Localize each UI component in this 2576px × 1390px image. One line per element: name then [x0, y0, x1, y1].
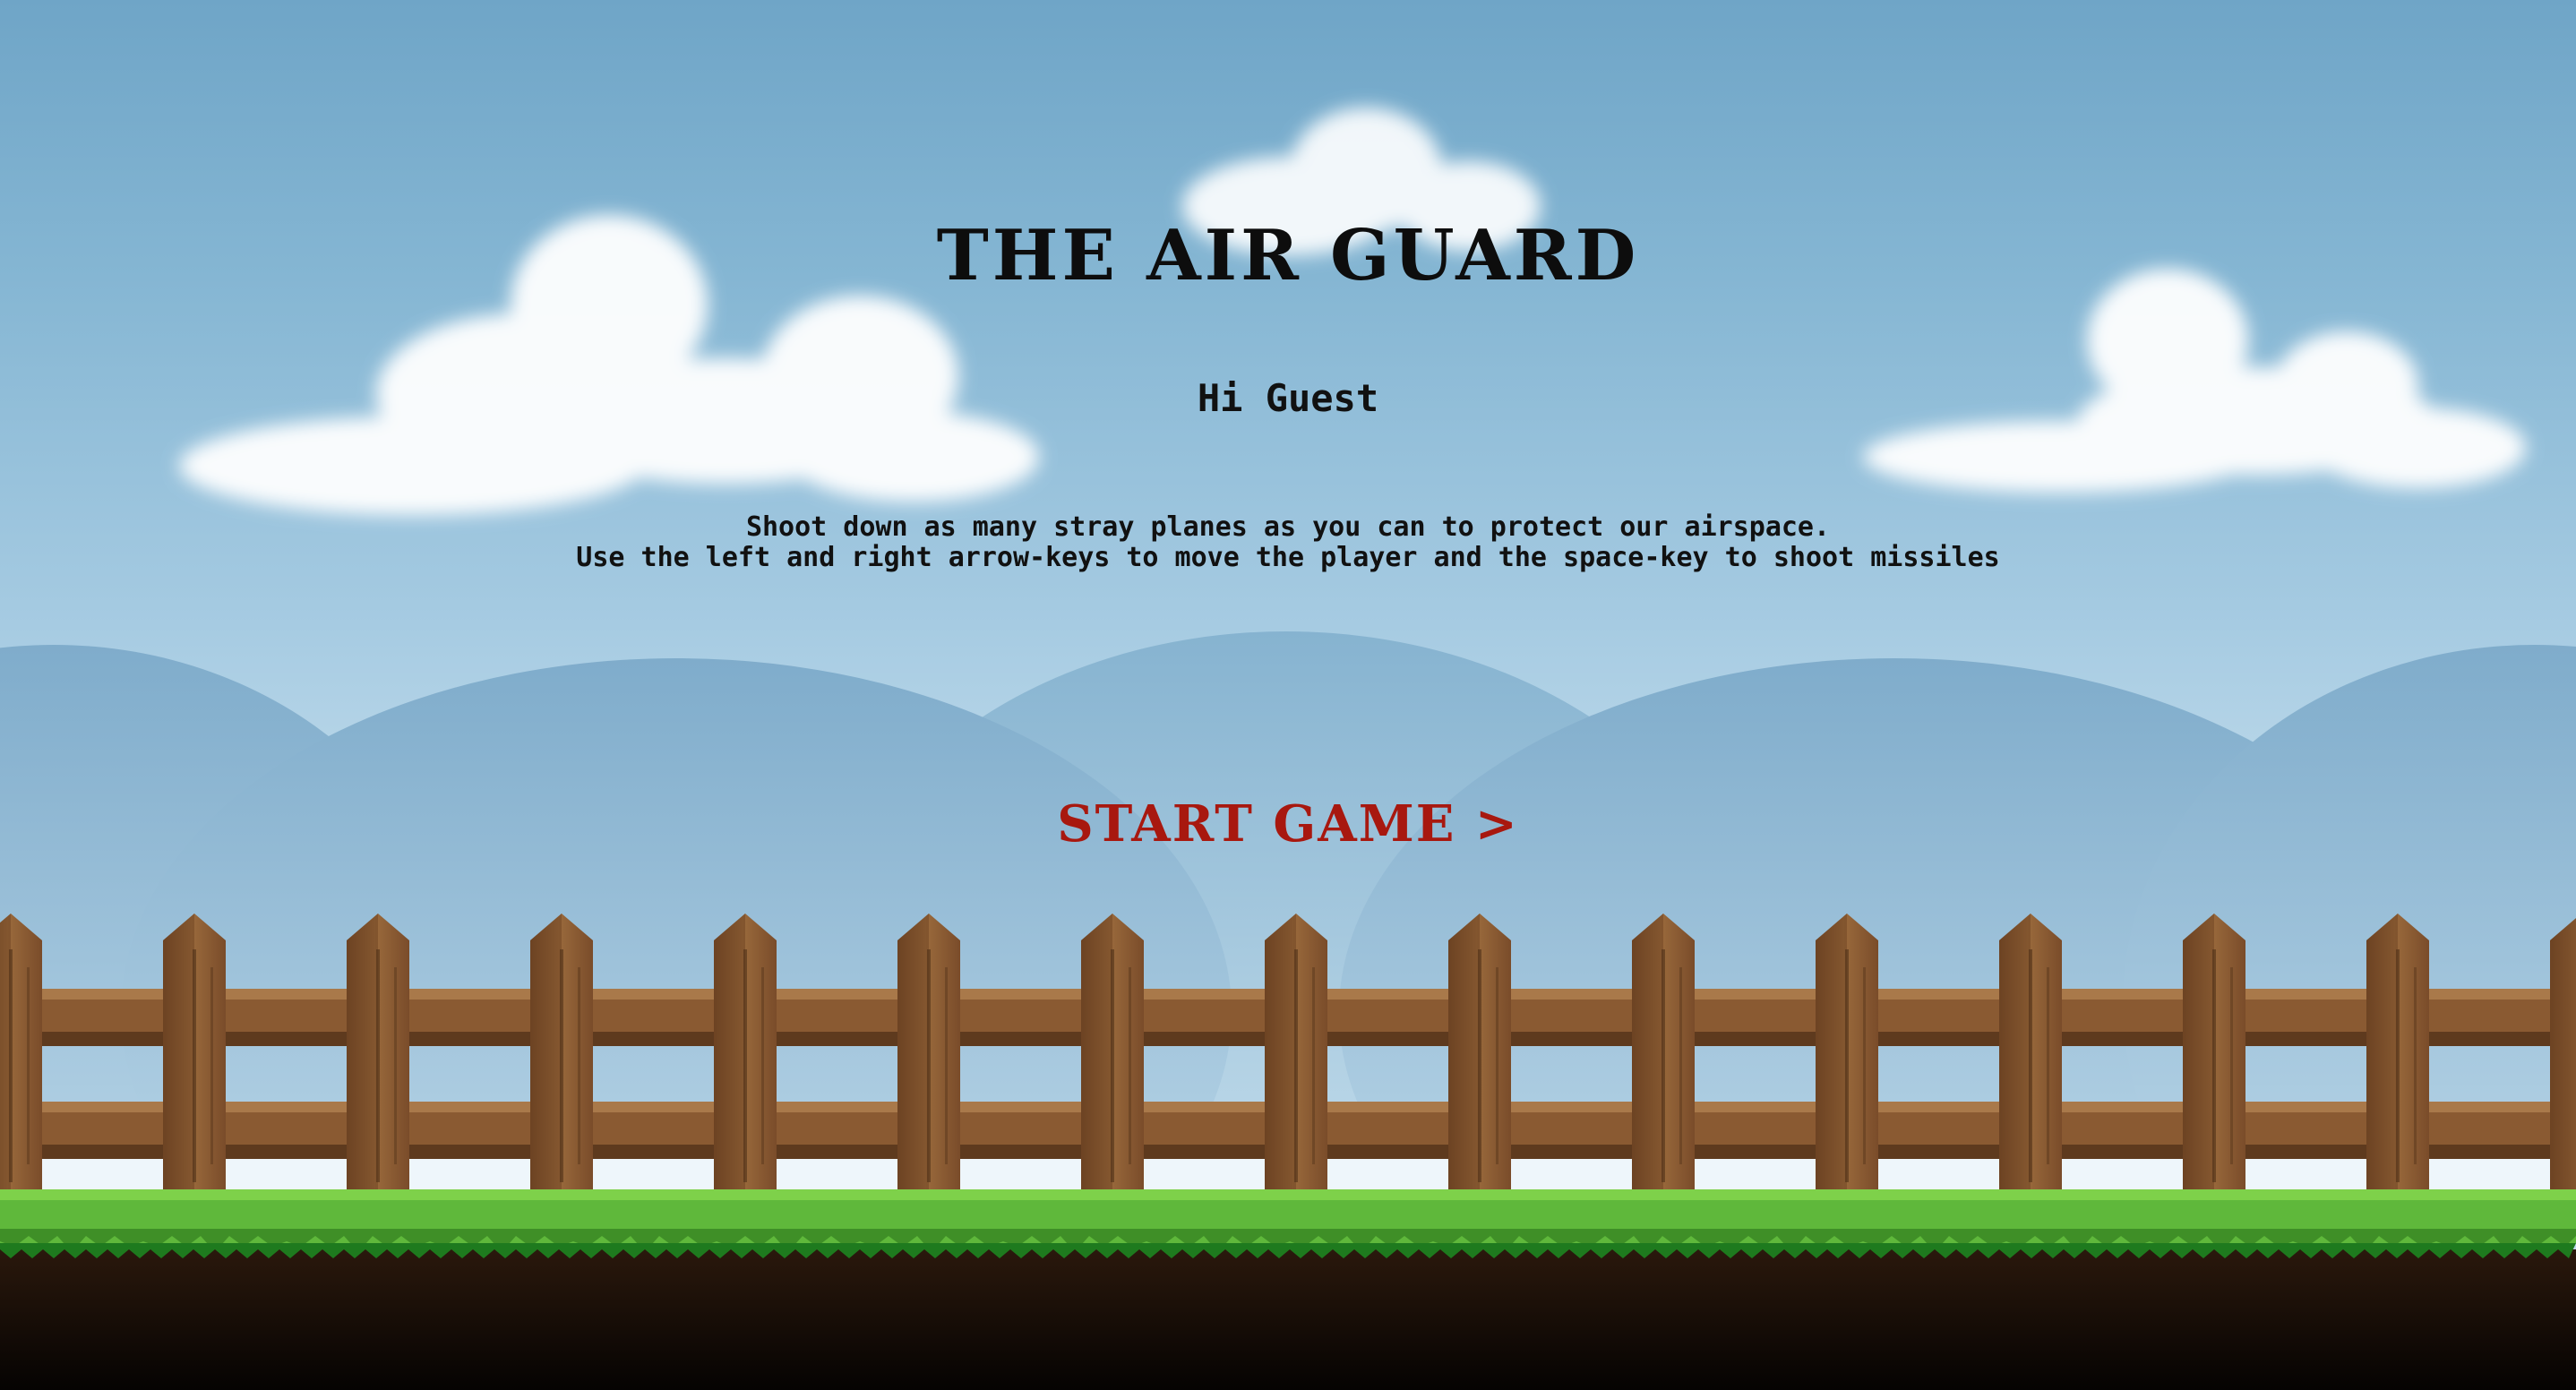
- instruction-line: Shoot down as many stray planes as you c…: [745, 511, 1831, 543]
- game-stage: THE AIR GUARD Hi Guest Shoot down as man…: [0, 0, 2576, 1390]
- game-instructions: Shoot down as many stray planes as you c…: [0, 512, 2576, 573]
- grass-icon: [0, 1189, 2576, 1390]
- player-greeting: Hi Guest: [1197, 376, 1379, 420]
- instruction-line: Use the left and right arrow-keys to mov…: [576, 542, 2000, 573]
- fence-icon: [0, 914, 2576, 1191]
- start-game-button[interactable]: START GAME >: [1019, 788, 1557, 860]
- scenery: [0, 107, 2576, 1390]
- game-title: THE AIR GUARD: [936, 215, 1640, 296]
